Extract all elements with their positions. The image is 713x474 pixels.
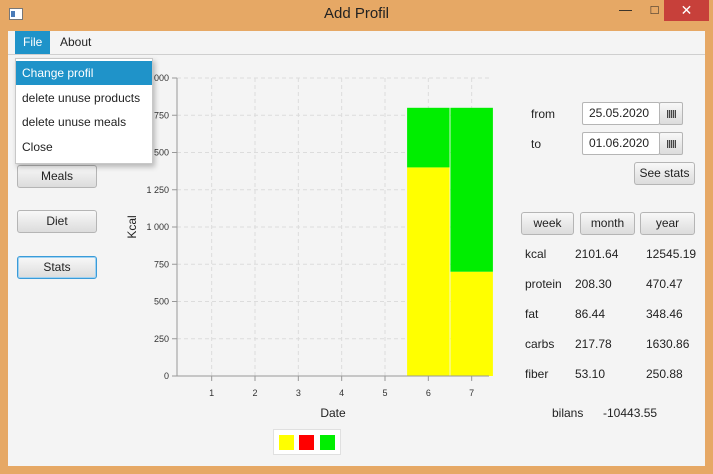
from-label: from (531, 107, 555, 121)
legend-swatch-yellow (279, 435, 294, 450)
bar-segment-6-2 (407, 107, 450, 168)
stat-label-fiber: fiber (525, 367, 549, 381)
stat-total-kcal: 12545.19 (646, 247, 697, 261)
y-tick-label: 750 (154, 259, 169, 269)
chart-legend (273, 429, 341, 455)
stat-label-kcal: kcal (525, 247, 547, 261)
legend-swatch-green (320, 435, 335, 450)
x-tick-label: 1 (209, 388, 214, 398)
menu-item-delete-unuse-meals[interactable]: delete unuse meals (16, 110, 152, 134)
from-date-field[interactable]: 25.05.2020 (582, 102, 660, 125)
x-tick-label: 3 (296, 388, 301, 398)
stat-total-fiber: 250.88 (646, 367, 683, 381)
stat-week-kcal: 2101.64 (575, 247, 619, 261)
bar-segment-6-0 (407, 167, 450, 376)
app-window: Add Profil — □ ✕ File About Meals Diet S… (0, 0, 713, 474)
stat-week-fat: 86.44 (575, 307, 606, 321)
stat-total-protein: 470.47 (646, 277, 683, 291)
see-stats-button[interactable]: See stats (634, 162, 695, 185)
file-menu-dropdown: Change profil delete unuse products dele… (15, 58, 153, 164)
stat-label-fat: fat (525, 307, 539, 321)
stat-label-protein: protein (525, 277, 562, 291)
x-tick-label: 4 (339, 388, 344, 398)
bilans-label: bilans (552, 406, 584, 420)
month-button[interactable]: month (580, 212, 635, 235)
year-button[interactable]: year (640, 212, 695, 235)
to-calendar-icon[interactable] (659, 132, 683, 155)
y-tick-label: 1 250 (146, 185, 169, 195)
stat-total-fat: 348.46 (646, 307, 683, 321)
to-date-field[interactable]: 01.06.2020 (582, 132, 660, 155)
x-tick-label: 6 (426, 388, 431, 398)
week-button[interactable]: week (521, 212, 574, 235)
bar-segment-7-0 (450, 271, 493, 376)
y-tick-label: 250 (154, 334, 169, 344)
x-tick-label: 7 (469, 388, 474, 398)
legend-swatch-red (299, 435, 314, 450)
menu-item-change-profil[interactable]: Change profil (16, 61, 152, 85)
menu-item-close[interactable]: Close (16, 135, 152, 159)
stat-week-fiber: 53.10 (575, 367, 606, 381)
bilans-value: -10443.55 (603, 406, 658, 420)
window-title: Add Profil (323, 5, 390, 22)
y-axis-label: Kcal (125, 215, 139, 238)
title-bar[interactable]: Add Profil — □ ✕ (0, 0, 713, 30)
stat-total-carbs: 1630.86 (646, 337, 690, 351)
x-tick-label: 2 (252, 388, 257, 398)
y-tick-label: 0 (164, 371, 169, 381)
x-tick-label: 5 (382, 388, 387, 398)
menu-item-delete-unuse-products[interactable]: delete unuse products (16, 86, 152, 110)
y-tick-label: 1 000 (146, 222, 169, 232)
stat-week-carbs: 217.78 (575, 337, 612, 351)
stat-week-protein: 208.30 (575, 277, 612, 291)
from-calendar-icon[interactable] (659, 102, 683, 125)
minimize-button[interactable]: — (612, 0, 639, 21)
x-axis-label: Date (320, 406, 346, 420)
to-label: to (531, 137, 542, 151)
stat-label-carbs: carbs (525, 337, 555, 351)
close-button[interactable]: ✕ (664, 0, 709, 21)
y-tick-label: 500 (154, 297, 169, 307)
client-area: File About Meals Diet Stats 0 250 500 750 1 … (8, 31, 705, 466)
bar-segment-7-2 (450, 107, 493, 272)
